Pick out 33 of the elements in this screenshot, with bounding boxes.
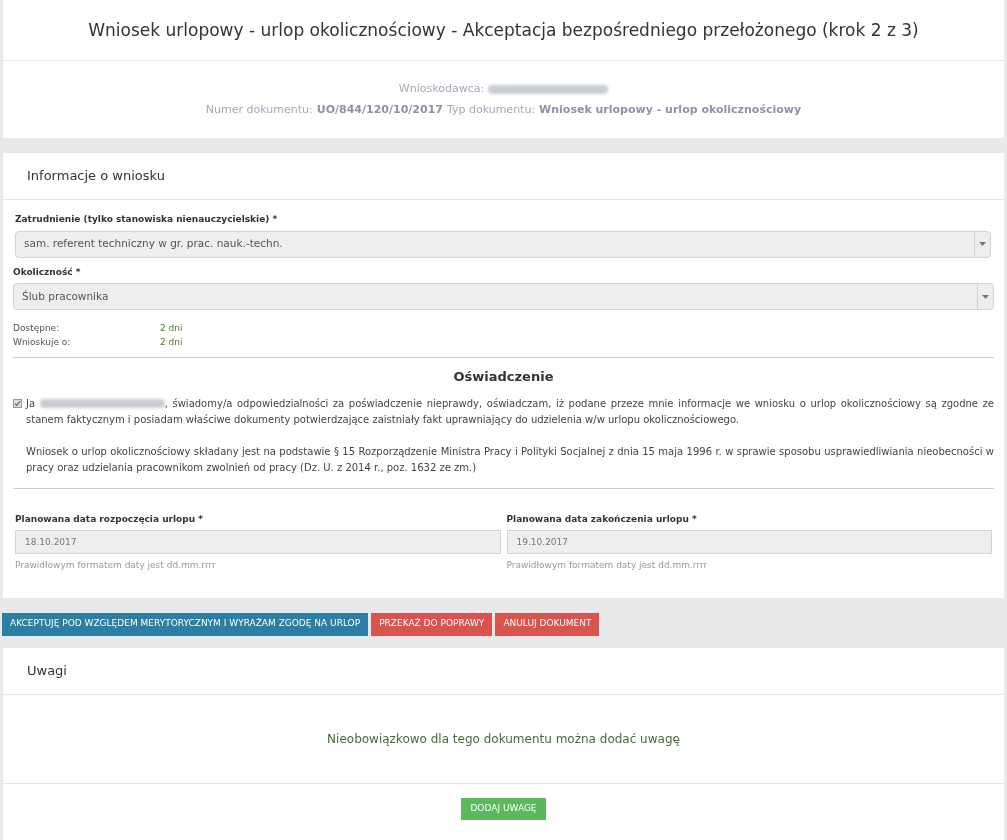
legal-note: Wniosek o urlop okolicznościowy składany jest na podstawie § 15 Rozporządzenie Ministra Pracy i Polityki Socjalnej z dnia 15 maja 1996 r. w sprawie sposobu usprawiedliwiania nieobecności w pracy oraz udzielania pracownikom zwolnień od pracy (Dz. U. z 2014 r., poz. 1632 ze zm.) [26, 444, 994, 475]
summary-label: Wnioskuje o: [13, 336, 72, 350]
page-title: Wniosek urlopowy - urlop okolicznościowy - Akceptacja bezpośredniego przełożonego (krok 2 z 3) [88, 18, 919, 42]
declaration-checkbox[interactable] [13, 398, 22, 408]
declaration-text: Ja , świadomy/a odpowiedzialności za poświadczenie nieprawdy, oświadczam, iż podane przeze mnie informacje we wniosku o urlop okolicznościowy są zgodne ze stanem faktycznym i posiadam właściwe dokumenty potwierdzające zaistniały fakt uprawniający do udzielenia w/w urlopu okolicznościowego. [26, 396, 994, 427]
summary-value: 2 dni [160, 322, 183, 336]
section-title: Uwagi [27, 661, 67, 680]
notes-message: Nieobowiązkowo dla tego dokumentu można dodać uwagę [327, 730, 680, 748]
summary-value: 2 dni [160, 336, 183, 350]
date-field[interactable]: 19.10.2017 [506, 530, 992, 554]
field-label: Planowana data rozpoczęcia urlopu * [15, 512, 204, 526]
add-note-button[interactable]: DODAJ UWAGĘ [461, 797, 546, 820]
declaration-title: Oświadczenie [452, 368, 555, 386]
applicant-label: Wnioskodawca: [398, 81, 485, 97]
action-button[interactable]: ANULUJ DOKUMENT [495, 612, 600, 636]
doc-type-label: Typ dokumentu: [446, 101, 536, 118]
select-field[interactable]: sam. referent techniczny w gr. prac. nauk.-techn. [15, 230, 991, 258]
field-label: Planowana data zakończenia urlopu * [506, 512, 698, 526]
section-title: Informacje o wniosku [27, 167, 165, 186]
date-field[interactable]: 18.10.2017 [15, 530, 501, 554]
action-button[interactable]: PRZEKAŻ DO POPRAWY [371, 612, 493, 636]
date-hint: Prawidłowym formatem daty jest dd.mm.rrrr [506, 559, 709, 572]
doc-number: UO/844/120/10/2017 [316, 101, 443, 118]
select-field[interactable]: Ślub pracownika [13, 283, 994, 310]
caret-icon [979, 242, 986, 246]
doc-type: Wniosek urlopowy - urlop okolicznościowy [539, 101, 802, 118]
doc-number-label: Numer dokumentu: [205, 101, 313, 118]
caret-icon [982, 294, 989, 299]
date-hint: Prawidłowym formatem daty jest dd.mm.rrrr [15, 559, 217, 572]
action-button[interactable]: AKCEPTUJĘ POD WZGLĘDEM MERYTORYCZNYM I WYRAŻAM ZGODĘ NA URLOP [2, 612, 369, 636]
field-label: Okoliczność * [13, 265, 82, 279]
field-label: Zatrudnienie (tylko stanowiska nienauczycielskie) * [14, 213, 279, 226]
summary-label: Dostępne: [13, 322, 61, 336]
